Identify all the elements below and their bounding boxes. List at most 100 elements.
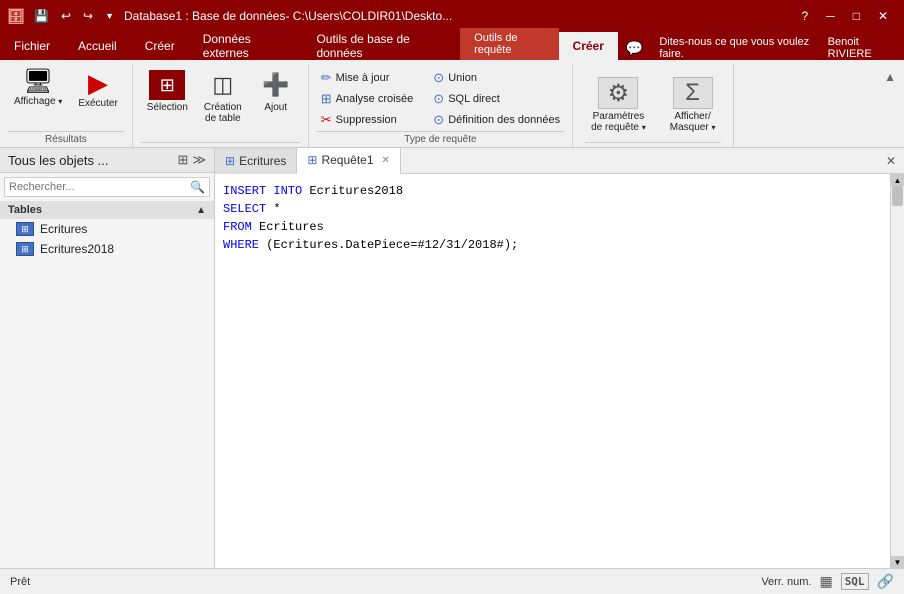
query-line-4: WHERE (Ecritures.DatePiece=#12/31/2018#)… <box>223 236 882 254</box>
title-bar: 🗄 💾 ↩ ↪ ▼ Database1 : Base de données- C… <box>0 0 904 32</box>
kw-insert: INSERT INTO <box>223 184 302 198</box>
left-panel: Tous les objets ... ⊞ ≫ 🔍 Tables ▲ ⊞ Ecr… <box>0 148 215 568</box>
help-btn[interactable]: ? <box>793 7 816 25</box>
customize-btn[interactable]: ▼ <box>101 9 118 23</box>
ribbon-tab-bar: Fichier Accueil Créer Données externes O… <box>0 32 904 60</box>
tables-section-label: Tables <box>8 204 42 216</box>
query-line-2: SELECT * <box>223 200 882 218</box>
tab-accueil[interactable]: Accueil <box>64 32 131 60</box>
executer-button[interactable]: ▶ Exécuter <box>72 66 123 113</box>
scroll-up-btn[interactable]: ▲ <box>891 174 904 186</box>
ribbon-help-icon[interactable]: 💬 <box>618 40 651 57</box>
parametres-requete-button[interactable]: ⚙ Paramètresde requête ▾ <box>585 68 652 142</box>
close-btn[interactable]: ✕ <box>870 7 896 25</box>
type-requete-content: ✏ Mise à jour ⊞ Analyse croisée ✂ Suppre… <box>317 68 564 130</box>
ribbon-group-params: ⚙ Paramètresde requête ▾ Σ Afficher/Masq… <box>573 64 734 147</box>
union-icon: ⊙ <box>433 70 444 86</box>
params-content: ⚙ Paramètresde requête ▾ Σ Afficher/Masq… <box>585 68 721 142</box>
left-panel-header-icons: ⊞ ≫ <box>177 152 206 168</box>
selection-button[interactable]: ⊞ Sélection <box>141 66 194 117</box>
suppression-label: Suppression <box>336 114 397 126</box>
table-name-1: Ecritures2018 <box>309 184 403 198</box>
search-input[interactable] <box>9 181 190 193</box>
parametres-label: Paramètresde requête ▾ <box>591 111 646 133</box>
parametres-icon: ⚙ <box>598 77 638 109</box>
kw-select: SELECT <box>223 202 266 216</box>
analyse-croisee-button[interactable]: ⊞ Analyse croisée <box>317 89 418 109</box>
afficher-masquer-icon: Σ <box>673 77 713 109</box>
resultats-content: 🖥 Affichage ▾ ▶ Exécuter <box>8 66 124 131</box>
definition-donnees-button[interactable]: ⊙ Définition des données <box>429 110 564 130</box>
query-tabs-left: ⊞ Ecritures ⊞ Requête1 ✕ <box>215 148 401 174</box>
union-label: Union <box>448 72 477 84</box>
collapse-ribbon-btn[interactable]: ▲ <box>880 68 900 86</box>
tab-requete1-icon: ⊞ <box>307 153 317 167</box>
right-panel: ⊞ Ecritures ⊞ Requête1 ✕ ✕ INSERT INTO E… <box>215 148 904 568</box>
vertical-scrollbar[interactable]: ▲ ▼ <box>890 174 904 568</box>
table-ecritures2018-item[interactable]: ⊞ Ecritures2018 <box>0 239 214 259</box>
ribbon-help-label: Dites-nous ce que vous voulez faire. <box>651 36 817 60</box>
tab-outils-bdd[interactable]: Outils de base de données <box>302 32 456 60</box>
table-view-icon[interactable]: ▦ <box>819 573 832 590</box>
creation-table-label: Créationde table <box>204 102 242 124</box>
tables-section-header[interactable]: Tables ▲ <box>0 201 214 219</box>
tab-requete1[interactable]: ⊞ Requête1 ✕ <box>297 148 401 174</box>
selection-icon: ⊞ <box>149 70 185 100</box>
creation-table-button[interactable]: ◫ Créationde table <box>198 66 248 128</box>
category-icon[interactable]: ⊞ <box>177 152 188 168</box>
left-panel-collapse-icon[interactable]: ≫ <box>192 152 206 168</box>
select-star: * <box>273 202 280 216</box>
scroll-thumb[interactable] <box>892 186 903 206</box>
tables-section-chevron: ▲ <box>196 205 206 216</box>
tab-outils-requete[interactable]: Outils de requête <box>460 28 558 60</box>
undo-btn[interactable]: ↩ <box>57 7 75 25</box>
tab-creer-active[interactable]: Créer <box>559 32 618 60</box>
tab-ecritures[interactable]: ⊞ Ecritures <box>215 148 297 174</box>
left-panel-title: Tous les objets ... <box>8 153 108 168</box>
sql-direct-button[interactable]: ⊙ SQL direct <box>429 89 564 109</box>
executer-label: Exécuter <box>78 98 117 109</box>
creation-table-icon: ◫ <box>205 70 241 100</box>
sql-view-icon[interactable]: SQL <box>841 573 869 590</box>
affichage-icon: 🖥 <box>23 70 53 94</box>
left-panel-header: Tous les objets ... ⊞ ≫ <box>0 148 214 173</box>
close-all-btn[interactable]: ✕ <box>878 150 904 172</box>
type-requete-group-label: Type de requête <box>317 131 564 147</box>
afficher-masquer-label: Afficher/Masquer ▾ <box>670 111 716 133</box>
tab-requete1-label: Requête1 <box>321 153 373 167</box>
ajout-button[interactable]: ➕ Ajout <box>252 66 300 117</box>
union-button[interactable]: ⊙ Union <box>429 68 564 88</box>
query-editor[interactable]: INSERT INTO Ecritures2018 SELECT * FROM … <box>215 174 890 568</box>
save-btn[interactable]: 💾 <box>30 7 53 25</box>
query-tab-bar: ⊞ Ecritures ⊞ Requête1 ✕ ✕ <box>215 148 904 174</box>
definition-donnees-label: Définition des données <box>448 114 560 126</box>
status-right: Verr. num. ▦ SQL 🔗 <box>761 573 894 590</box>
search-icon: 🔍 <box>190 180 205 194</box>
table-ecritures2018-label: Ecritures2018 <box>40 242 114 256</box>
type-btns-content: ⊞ Sélection ◫ Créationde table ➕ Ajout <box>141 66 300 142</box>
table-ecritures-item[interactable]: ⊞ Ecritures <box>0 219 214 239</box>
redo-btn[interactable]: ↪ <box>79 7 97 25</box>
params-group-label <box>585 142 721 147</box>
ribbon-group-type-btns: ⊞ Sélection ◫ Créationde table ➕ Ajout <box>133 64 309 147</box>
afficher-masquer-button[interactable]: Σ Afficher/Masquer ▾ <box>664 68 722 142</box>
scroll-down-btn[interactable]: ▼ <box>891 556 904 568</box>
maximize-btn[interactable]: □ <box>845 7 868 25</box>
minimize-btn[interactable]: ─ <box>818 7 843 25</box>
search-area: 🔍 <box>4 177 210 197</box>
editor-area: INSERT INTO Ecritures2018 SELECT * FROM … <box>215 174 904 568</box>
affichage-button[interactable]: 🖥 Affichage ▾ <box>8 66 68 111</box>
tab-requete1-close[interactable]: ✕ <box>382 155 390 166</box>
tab-fichier[interactable]: Fichier <box>0 32 64 60</box>
definition-donnees-icon: ⊙ <box>433 112 444 128</box>
suppression-button[interactable]: ✂ Suppression <box>317 110 418 130</box>
mise-a-jour-label: Mise à jour <box>336 72 390 84</box>
where-clause: (Ecritures.DatePiece=#12/31/2018#); <box>266 238 518 252</box>
tab-creer[interactable]: Créer <box>131 32 189 60</box>
kw-where: WHERE <box>223 238 259 252</box>
analyse-croisee-label: Analyse croisée <box>336 93 414 105</box>
mise-a-jour-button[interactable]: ✏ Mise à jour <box>317 68 418 88</box>
table-ecritures-icon: ⊞ <box>16 222 34 236</box>
tab-donnees-externes[interactable]: Données externes <box>189 32 303 60</box>
shortcut-icon[interactable]: 🔗 <box>877 573 894 590</box>
